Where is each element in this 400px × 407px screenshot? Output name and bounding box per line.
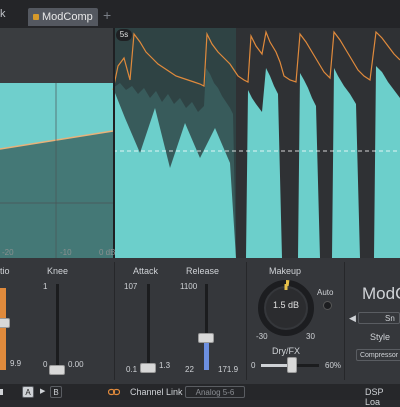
compressor-type-selector[interactable]: Compressor (356, 349, 400, 361)
dryfx-slider-thumb[interactable] (287, 357, 297, 373)
undo-icon[interactable] (0, 389, 8, 395)
release-min: 22 (185, 365, 194, 374)
style-label: Style (370, 332, 391, 342)
tab-previous[interactable]: k (0, 8, 6, 20)
release-label: Release (186, 266, 220, 276)
playhead (113, 28, 115, 258)
dryfx-value: 60% (325, 361, 342, 370)
knee-label: Knee (47, 266, 69, 276)
knee-max: 1 (43, 282, 48, 291)
ab-arrow-icon[interactable]: ▶ (40, 387, 45, 395)
control-panel: tio 9.9 Knee 1 0 0.00 Attack 107 0.1 1.3… (0, 258, 400, 384)
tab-modcomp[interactable]: ModComp (28, 8, 98, 26)
ratio-fill (0, 288, 6, 370)
axis-label-0db: 0 dB (99, 248, 116, 257)
knee-slider-thumb[interactable] (49, 365, 65, 375)
release-max: 1100 (180, 282, 198, 291)
dryfx-min: 0 (251, 361, 256, 370)
axis-label-minus20: -20 (2, 248, 14, 257)
attack-label: Attack (133, 266, 159, 276)
tab-bar: k ModComp + (0, 0, 400, 28)
footer-bar: A ▶ B Channel Link Analog 5-6 DSP Loa (0, 384, 400, 407)
attack-slider-thumb[interactable] (140, 363, 156, 373)
time-marker-badge: 5s (116, 29, 132, 41)
attack-slider-track[interactable] (147, 284, 150, 370)
divider (114, 262, 115, 380)
knee-slider-track[interactable] (56, 284, 59, 370)
dsp-load-label: DSP Loa (365, 387, 384, 407)
axis-label-minus10: -10 (60, 248, 72, 257)
add-tab-button[interactable]: + (103, 7, 111, 23)
release-fill (204, 342, 209, 370)
dryfx-label: Dry/FX (272, 346, 300, 356)
tab-label: ModComp (42, 11, 93, 23)
makeup-value: 1.5 dB (273, 300, 300, 310)
channel-link-selector[interactable]: Analog 5-6 (185, 386, 245, 398)
style-selector-value: Sn (385, 314, 395, 323)
attack-min: 0.1 (126, 365, 138, 374)
divider (246, 262, 247, 380)
release-value: 171.9 (218, 365, 239, 374)
makeup-max: 30 (306, 332, 315, 341)
plugin-brand-title: ModC (362, 284, 400, 303)
style-prev-arrow[interactable]: ◀ (349, 313, 356, 324)
knee-min: 0 (43, 360, 48, 369)
ratio-label: tio (0, 266, 10, 276)
preset-a-button[interactable]: A (22, 386, 34, 398)
tab-color-indicator (33, 14, 39, 20)
link-icon[interactable] (108, 387, 120, 397)
knee-value: 0.00 (68, 360, 84, 369)
compressor-graph[interactable]: -20 -10 0 dB (0, 28, 400, 258)
makeup-label: Makeup (269, 266, 302, 276)
divider (94, 386, 95, 398)
style-selector[interactable]: Sn (358, 312, 400, 324)
auto-toggle[interactable] (323, 301, 332, 310)
preset-b-button[interactable]: B (50, 386, 62, 398)
ratio-value: 9.9 (10, 359, 22, 368)
attack-max: 107 (124, 282, 138, 291)
attack-value: 1.3 (159, 361, 171, 370)
divider (344, 262, 345, 380)
makeup-auto-label: Auto (317, 288, 334, 297)
graph-canvas (0, 28, 400, 258)
makeup-min: -30 (256, 332, 268, 341)
release-slider-thumb[interactable] (198, 333, 214, 343)
transfer-shade (0, 131, 113, 258)
ratio-slider-thumb[interactable] (0, 318, 10, 328)
channel-link-label: Channel Link (130, 387, 183, 397)
